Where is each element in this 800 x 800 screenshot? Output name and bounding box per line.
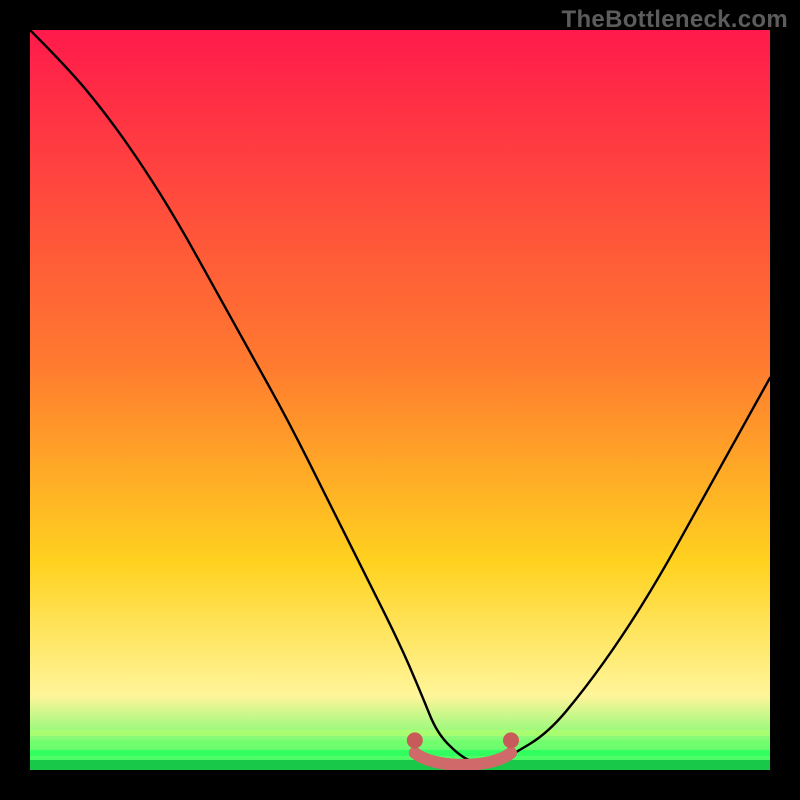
bottleneck-svg (30, 30, 770, 770)
highlight-dot-right (503, 732, 519, 748)
chart-frame: TheBottleneck.com (0, 0, 800, 800)
band-line-3 (30, 750, 770, 756)
highlight-dot-left (407, 732, 423, 748)
band-line-2 (30, 740, 770, 745)
gradient-background (30, 30, 770, 770)
watermark-text: TheBottleneck.com (562, 6, 788, 34)
bottleneck-plot (30, 30, 770, 770)
band-line-1 (30, 730, 770, 736)
band-line-4 (30, 760, 770, 770)
